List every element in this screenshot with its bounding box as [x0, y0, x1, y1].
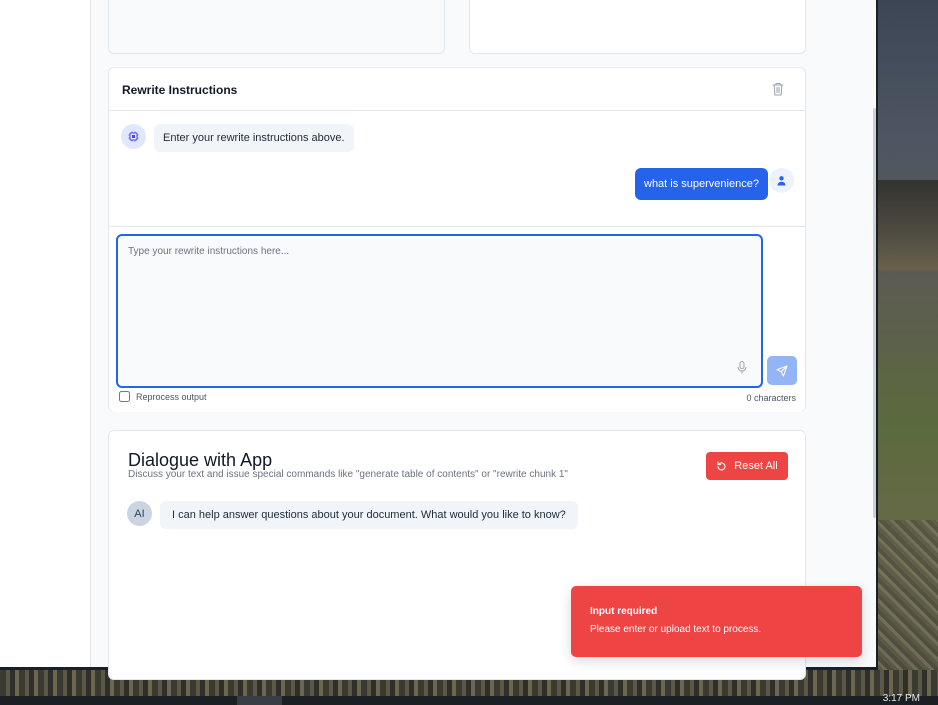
- user-message: what is supervenience?: [635, 168, 768, 200]
- rewrite-instructions-panel: Rewrite Instructions Enter your rewrite …: [108, 67, 806, 412]
- user-avatar: [769, 168, 794, 193]
- toast-message: Please enter or upload text to process.: [590, 624, 762, 635]
- output-card-bottom: [469, 0, 806, 54]
- input-card-bottom: [108, 0, 445, 54]
- bot-avatar: [121, 124, 146, 149]
- rewrite-panel-title: Rewrite Instructions: [122, 83, 238, 97]
- send-button[interactable]: [767, 356, 797, 385]
- reset-all-button[interactable]: Reset All: [706, 452, 788, 480]
- reset-all-label: Reset All: [734, 460, 778, 472]
- reprocess-checkbox[interactable]: [119, 391, 130, 402]
- scrollbar-thumb[interactable]: [873, 108, 876, 518]
- rewrite-instructions-input[interactable]: [118, 236, 761, 386]
- error-toast[interactable]: Input required Please enter or upload te…: [571, 586, 862, 657]
- reprocess-label: Reprocess output: [136, 391, 207, 402]
- app-window: Rewrite Instructions Enter your rewrite …: [0, 0, 878, 680]
- toast-title: Input required: [590, 606, 658, 617]
- character-count: 0 characters: [746, 393, 796, 403]
- trash-icon[interactable]: [771, 81, 785, 97]
- user-icon: [777, 176, 786, 186]
- taskbar-app-item[interactable]: [237, 696, 282, 705]
- refresh-icon: [717, 460, 726, 470]
- send-icon: [776, 364, 788, 377]
- rewrite-textarea-frame: [116, 234, 763, 388]
- ai-message: I can help answer questions about your d…: [160, 501, 578, 529]
- taskbar-clock[interactable]: 3:17 PM: [883, 693, 920, 704]
- dialogue-subtitle: Discuss your text and issue special comm…: [128, 469, 568, 480]
- taskbar: 3:17 PM: [0, 693, 938, 705]
- microphone-icon[interactable]: [737, 361, 747, 374]
- bot-message: Enter your rewrite instructions above.: [154, 124, 354, 152]
- dialogue-title: Dialogue with App: [128, 450, 273, 470]
- rewrite-panel-header: Rewrite Instructions: [109, 68, 805, 111]
- rewrite-input-section: Reprocess output 0 characters: [109, 226, 805, 412]
- ai-avatar: AI: [127, 501, 152, 526]
- wallpaper-rocks: [878, 520, 938, 670]
- desktop-wallpaper: [878, 0, 938, 705]
- reprocess-option[interactable]: Reprocess output: [119, 391, 207, 402]
- cpu-icon: [128, 131, 139, 142]
- rewrite-chat-area: Enter your rewrite instructions above. w…: [109, 112, 805, 226]
- wallpaper-ridge: [878, 180, 938, 270]
